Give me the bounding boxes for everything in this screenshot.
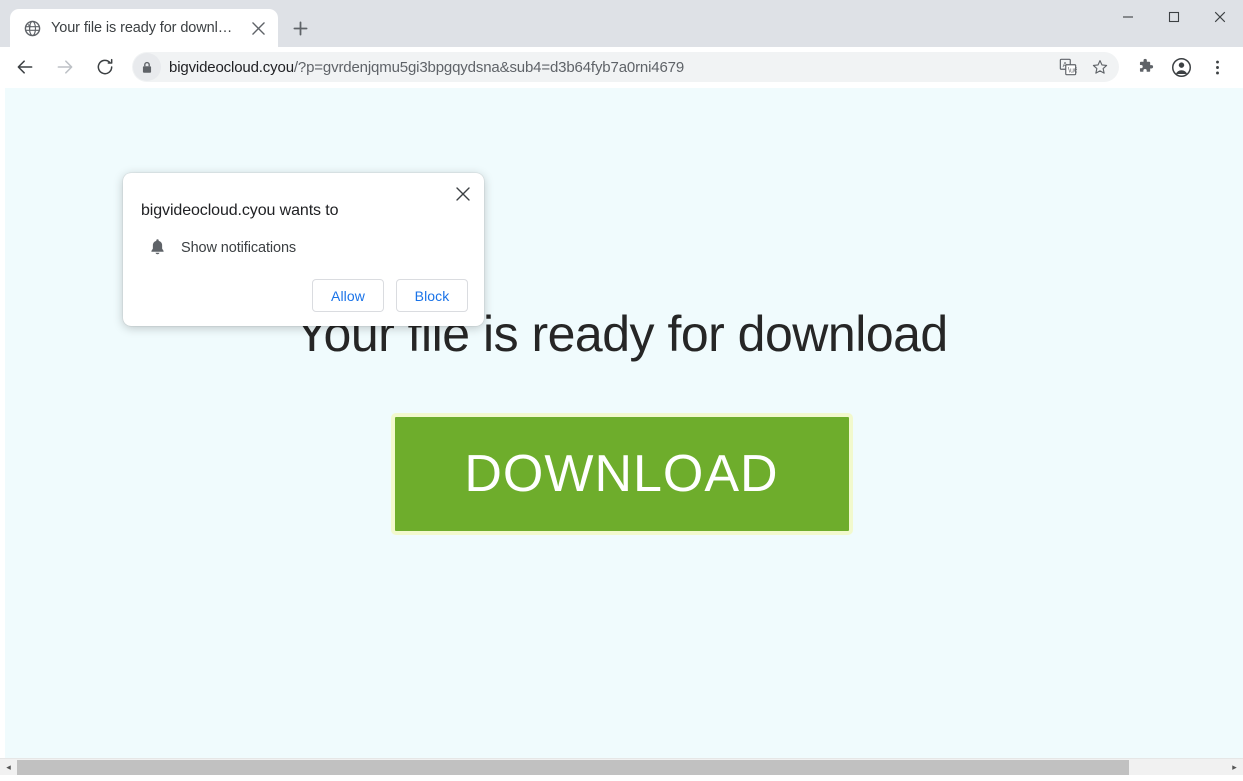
- minimize-button[interactable]: [1105, 0, 1151, 34]
- svg-text:\u6587: \u6587: [1068, 65, 1077, 74]
- address-bar[interactable]: bigvideocloud.cyou/?p=gvrdenjqmu5gi3bpgq…: [132, 52, 1119, 82]
- url-text: bigvideocloud.cyou/?p=gvrdenjqmu5gi3bpgq…: [169, 59, 1055, 76]
- star-icon[interactable]: [1087, 54, 1113, 80]
- close-icon[interactable]: [450, 181, 476, 207]
- scroll-left-arrow-icon[interactable]: ◂: [0, 758, 17, 776]
- reload-button[interactable]: [88, 50, 122, 84]
- extensions-puzzle-icon[interactable]: [1129, 51, 1161, 83]
- forward-button: [48, 50, 82, 84]
- url-path: /?p=gvrdenjqmu5gi3bpgqydsna&sub4=d3b64fy…: [293, 58, 685, 76]
- url-host: bigvideocloud.cyou: [169, 58, 294, 76]
- account-avatar-icon[interactable]: [1165, 51, 1197, 83]
- permission-dialog-actions: Allow Block: [141, 279, 468, 316]
- clipped-page-footer: [0, 775, 1243, 781]
- back-button[interactable]: [8, 50, 42, 84]
- scrollbar-thumb[interactable]: [17, 759, 1130, 775]
- tab-title: Your file is ready for download: [51, 20, 236, 36]
- globe-icon: [24, 20, 41, 37]
- browser-window: Your file is ready for download bigvideo…: [0, 0, 1243, 781]
- maximize-button[interactable]: [1151, 0, 1197, 34]
- tab-strip: Your file is ready for download: [0, 0, 1243, 47]
- scrollbar-track[interactable]: [17, 758, 1226, 776]
- notification-permission-dialog: bigvideocloud.cyou wants to Show notific…: [123, 173, 484, 326]
- lock-icon[interactable]: [133, 53, 161, 81]
- translate-icon[interactable]: A \u6587: [1055, 54, 1081, 80]
- tab-close-icon[interactable]: [246, 16, 270, 40]
- bell-icon: [149, 238, 166, 257]
- permission-request-label: Show notifications: [181, 239, 297, 256]
- close-button[interactable]: [1197, 0, 1243, 34]
- horizontal-scrollbar[interactable]: ◂ ▸: [0, 758, 1243, 776]
- browser-tab[interactable]: Your file is ready for download: [10, 9, 278, 47]
- three-dot-menu-icon[interactable]: [1201, 51, 1233, 83]
- browser-toolbar: bigvideocloud.cyou/?p=gvrdenjqmu5gi3bpgq…: [0, 47, 1243, 88]
- permission-request-row: Show notifications: [141, 238, 468, 257]
- permission-dialog-title: bigvideocloud.cyou wants to: [141, 202, 339, 219]
- download-button[interactable]: DOWNLOAD: [390, 413, 853, 535]
- new-tab-button[interactable]: [284, 12, 316, 44]
- allow-button[interactable]: Allow: [312, 279, 384, 312]
- scroll-right-arrow-icon[interactable]: ▸: [1226, 758, 1243, 776]
- page-viewport: Your file is ready for download DOWNLOAD…: [0, 88, 1243, 781]
- window-controls: [1105, 0, 1243, 34]
- clipped-footer-text: [258, 775, 261, 778]
- block-button[interactable]: Block: [396, 279, 468, 312]
